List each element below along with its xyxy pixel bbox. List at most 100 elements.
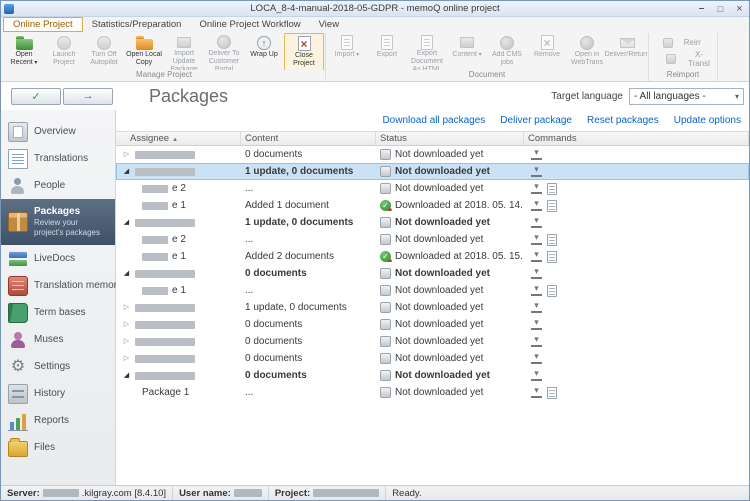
blue-arrow-button[interactable]: [63, 88, 113, 105]
ribbon-button-x-translate[interactable]: X-Translate: [652, 52, 714, 66]
sidebar-item-settings[interactable]: Settings: [1, 353, 115, 380]
table-row[interactable]: 1 update, 0 documentsNot downloaded yet: [116, 163, 749, 180]
ribbon-button-open-in-webtrans[interactable]: Open in WebTrans: [567, 33, 607, 70]
expand-toggle-icon[interactable]: [122, 321, 131, 328]
delivery-log-icon[interactable]: [547, 387, 557, 399]
table-row[interactable]: 1 update, 0 documentsNot downloaded yet: [116, 299, 749, 316]
sidebar-item-livedocs[interactable]: LiveDocs: [1, 245, 115, 272]
expand-toggle-icon[interactable]: [122, 151, 131, 158]
download-package-icon[interactable]: [530, 217, 543, 229]
table-row[interactable]: e 1...Not downloaded yet: [116, 282, 749, 299]
tab-online-project[interactable]: Online Project: [3, 17, 83, 32]
ribbon-button-reimport[interactable]: Reimport: [652, 36, 705, 50]
content-cell: 1 update, 0 documents: [241, 302, 376, 313]
sidebar-item-term-bases[interactable]: Term bases: [1, 299, 115, 326]
link-reset-packages[interactable]: Reset packages: [587, 115, 659, 126]
column-header-assignee[interactable]: Assignee: [116, 132, 241, 145]
minimize-icon[interactable]: [692, 1, 711, 16]
ribbon-button-export-document-as-html[interactable]: Export Document As HTML: [407, 33, 447, 70]
ribbon-button-turn-off-autopilot[interactable]: Turn Off Autopilot: [84, 33, 124, 70]
download-package-icon[interactable]: [530, 336, 543, 348]
column-header-content[interactable]: Content: [241, 132, 376, 145]
ribbon-button-deliver-to-customer-portal[interactable]: Deliver To Customer Portal: [204, 33, 244, 70]
collapse-toggle-icon[interactable]: [122, 270, 131, 277]
collapse-toggle-icon[interactable]: [122, 219, 131, 226]
table-row[interactable]: e 1Added 2 documentsDownloaded at 2018. …: [116, 248, 749, 265]
sidebar-item-translations[interactable]: Translations: [1, 145, 115, 172]
download-package-icon[interactable]: [530, 319, 543, 331]
collapse-toggle-icon[interactable]: [122, 168, 131, 175]
ribbon-button-remove[interactable]: Remove: [527, 33, 567, 70]
download-package-icon[interactable]: [530, 370, 543, 382]
table-row[interactable]: 0 documentsNot downloaded yet: [116, 367, 749, 384]
expand-toggle-icon[interactable]: [122, 338, 131, 345]
tab-view[interactable]: View: [310, 17, 348, 32]
download-package-icon[interactable]: [530, 387, 543, 399]
sidebar-item-translation-memories[interactable]: Translation memories: [1, 272, 115, 299]
green-check-button[interactable]: [11, 88, 61, 105]
table-row[interactable]: Package 1...Not downloaded yet: [116, 384, 749, 401]
table-row[interactable]: 0 documentsNot downloaded yet: [116, 333, 749, 350]
ribbon-button-wrap-up[interactable]: Wrap Up: [244, 33, 284, 70]
sidebar-item-files[interactable]: Files: [1, 434, 115, 461]
download-package-icon[interactable]: [530, 234, 543, 246]
status-cell: Not downloaded yet: [376, 149, 524, 160]
expand-toggle-icon[interactable]: [122, 355, 131, 362]
sidebar-item-reports[interactable]: Reports: [1, 407, 115, 434]
download-package-icon[interactable]: [530, 302, 543, 314]
assignee-cell: [116, 338, 241, 346]
sidebar-item-overview[interactable]: Overview: [1, 118, 115, 145]
ribbon-button-open-local-copy[interactable]: Open Local Copy: [124, 33, 164, 70]
collapse-toggle-icon[interactable]: [122, 372, 131, 379]
ribbon-button-import-update-package[interactable]: Import Update Package: [164, 33, 204, 70]
column-header-commands[interactable]: Commands: [524, 132, 749, 145]
table-row[interactable]: e 2...Not downloaded yet: [116, 231, 749, 248]
delivery-log-icon[interactable]: [547, 183, 557, 195]
download-package-icon[interactable]: [530, 285, 543, 297]
delivery-log-icon[interactable]: [547, 200, 557, 212]
sidebar-item-history[interactable]: History: [1, 380, 115, 407]
delivery-log-icon[interactable]: [547, 251, 557, 263]
expand-toggle-icon[interactable]: [122, 304, 131, 311]
link-deliver-package[interactable]: Deliver package: [500, 115, 572, 126]
sidebar-item-muses[interactable]: Muses: [1, 326, 115, 353]
download-package-icon[interactable]: [530, 251, 543, 263]
delivery-log-icon[interactable]: [547, 285, 557, 297]
table-row[interactable]: e 2...Not downloaded yet: [116, 180, 749, 197]
ribbon-group-reimport: ReimportX-TranslateReimport: [649, 33, 718, 81]
download-package-icon[interactable]: [530, 353, 543, 365]
column-header-status[interactable]: Status: [376, 132, 524, 145]
ribbon-button-content[interactable]: Content: [447, 33, 487, 70]
table-row[interactable]: 1 update, 0 documentsNot downloaded yet: [116, 214, 749, 231]
download-package-icon[interactable]: [530, 183, 543, 195]
not-downloaded-icon: [380, 183, 391, 194]
sidebar-item-people[interactable]: People: [1, 172, 115, 199]
ribbon-button-launch-project[interactable]: Launch Project: [44, 33, 84, 70]
commands-cell: [524, 370, 749, 382]
download-package-icon[interactable]: [530, 149, 543, 161]
tab-statistics-preparation[interactable]: Statistics/Preparation: [83, 17, 191, 32]
target-language-select[interactable]: - All languages -: [629, 88, 744, 105]
table-row[interactable]: 0 documentsNot downloaded yet: [116, 316, 749, 333]
close-icon[interactable]: [730, 1, 749, 16]
download-package-icon[interactable]: [530, 200, 543, 212]
sidebar-item-packages[interactable]: PackagesReview your project's packages: [1, 199, 115, 245]
ribbon-button-open-recent[interactable]: Open Recent: [4, 33, 44, 70]
table-row[interactable]: 0 documentsNot downloaded yet: [116, 146, 749, 163]
table-row[interactable]: e 1Added 1 documentDownloaded at 2018. 0…: [116, 197, 749, 214]
link-download-all-packages[interactable]: Download all packages: [382, 115, 485, 126]
table-row[interactable]: 0 documentsNot downloaded yet: [116, 265, 749, 282]
maximize-icon[interactable]: [711, 1, 730, 16]
ribbon-button-close-project[interactable]: Close Project: [284, 33, 324, 70]
delivery-log-icon[interactable]: [547, 234, 557, 246]
download-package-icon[interactable]: [530, 268, 543, 280]
ribbon-button-deliver-return[interactable]: Deliver/Return: [607, 33, 647, 70]
table-row[interactable]: 0 documentsNot downloaded yet: [116, 350, 749, 367]
ribbon-button-import[interactable]: Import: [327, 33, 367, 70]
ribbon-button-add-cms-jobs[interactable]: Add CMS jobs: [487, 33, 527, 70]
tab-online-project-workflow[interactable]: Online Project Workflow: [190, 17, 309, 32]
wrap-up-icon: [257, 36, 271, 50]
link-update-options[interactable]: Update options: [674, 115, 741, 126]
ribbon-button-export[interactable]: Export: [367, 33, 407, 70]
download-package-icon[interactable]: [530, 166, 543, 178]
